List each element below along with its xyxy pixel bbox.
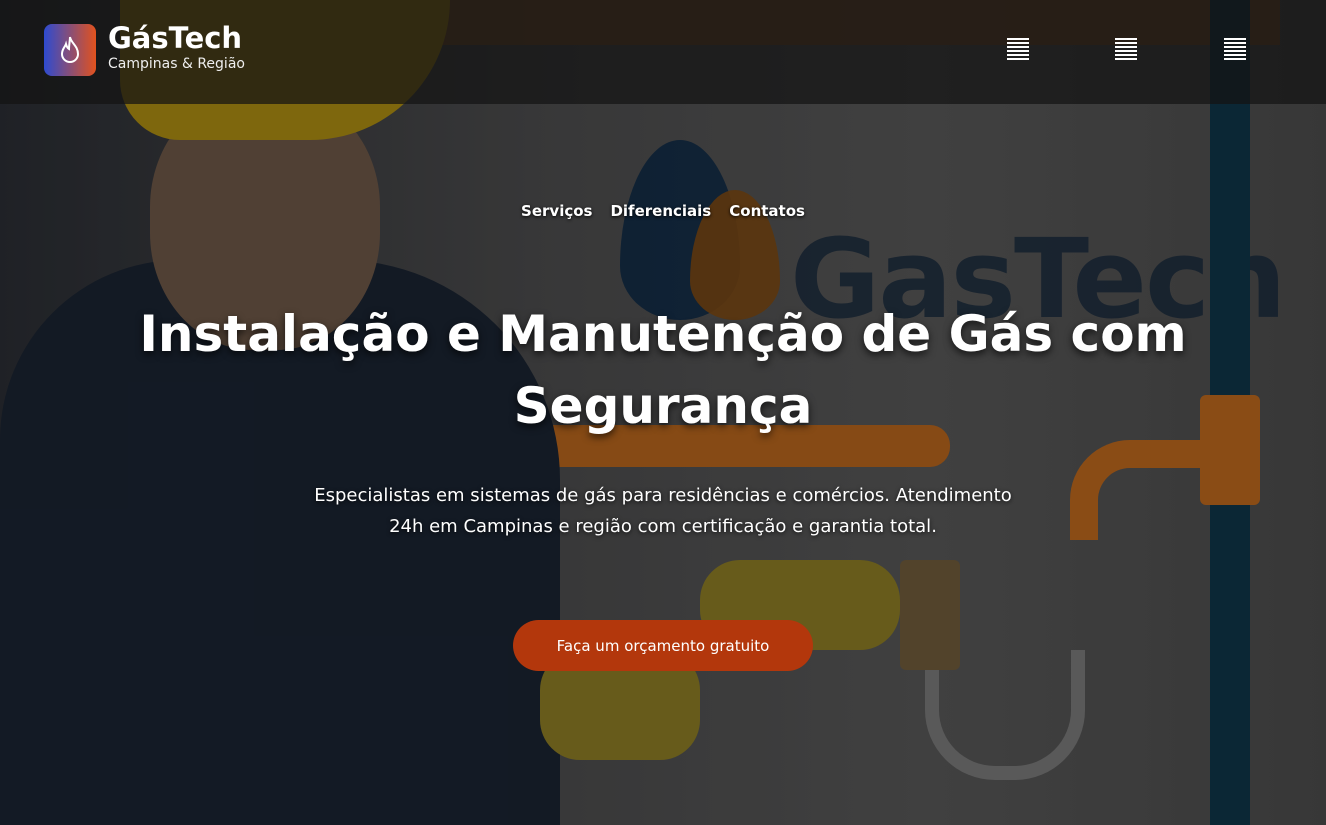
brand-tagline: Campinas & Região bbox=[108, 56, 245, 72]
hero-title: Instalação e Manutenção de Gás com Segur… bbox=[139, 305, 1187, 435]
hero-subtitle: Especialistas em sistemas de gás para re… bbox=[314, 485, 1012, 537]
menu-icon[interactable] bbox=[1007, 38, 1029, 60]
nav-diferenciais[interactable]: Diferenciais bbox=[610, 202, 711, 220]
main-nav: Serviços Diferenciais Contatos bbox=[0, 202, 1326, 220]
free-quote-button[interactable]: Faça um orçamento gratuito bbox=[513, 620, 813, 671]
hero-section: GasTech GásTech Campinas & Região Serviç… bbox=[0, 0, 1326, 825]
nav-contatos[interactable]: Contatos bbox=[729, 202, 805, 220]
menu-icon[interactable] bbox=[1115, 38, 1137, 60]
flame-icon bbox=[60, 36, 80, 63]
menu-icon[interactable] bbox=[1224, 38, 1246, 60]
brand-name[interactable]: GásTech bbox=[108, 22, 242, 54]
site-header: GásTech Campinas & Região bbox=[0, 0, 1326, 104]
nav-servicos[interactable]: Serviços bbox=[521, 202, 592, 220]
logo[interactable] bbox=[44, 24, 96, 76]
